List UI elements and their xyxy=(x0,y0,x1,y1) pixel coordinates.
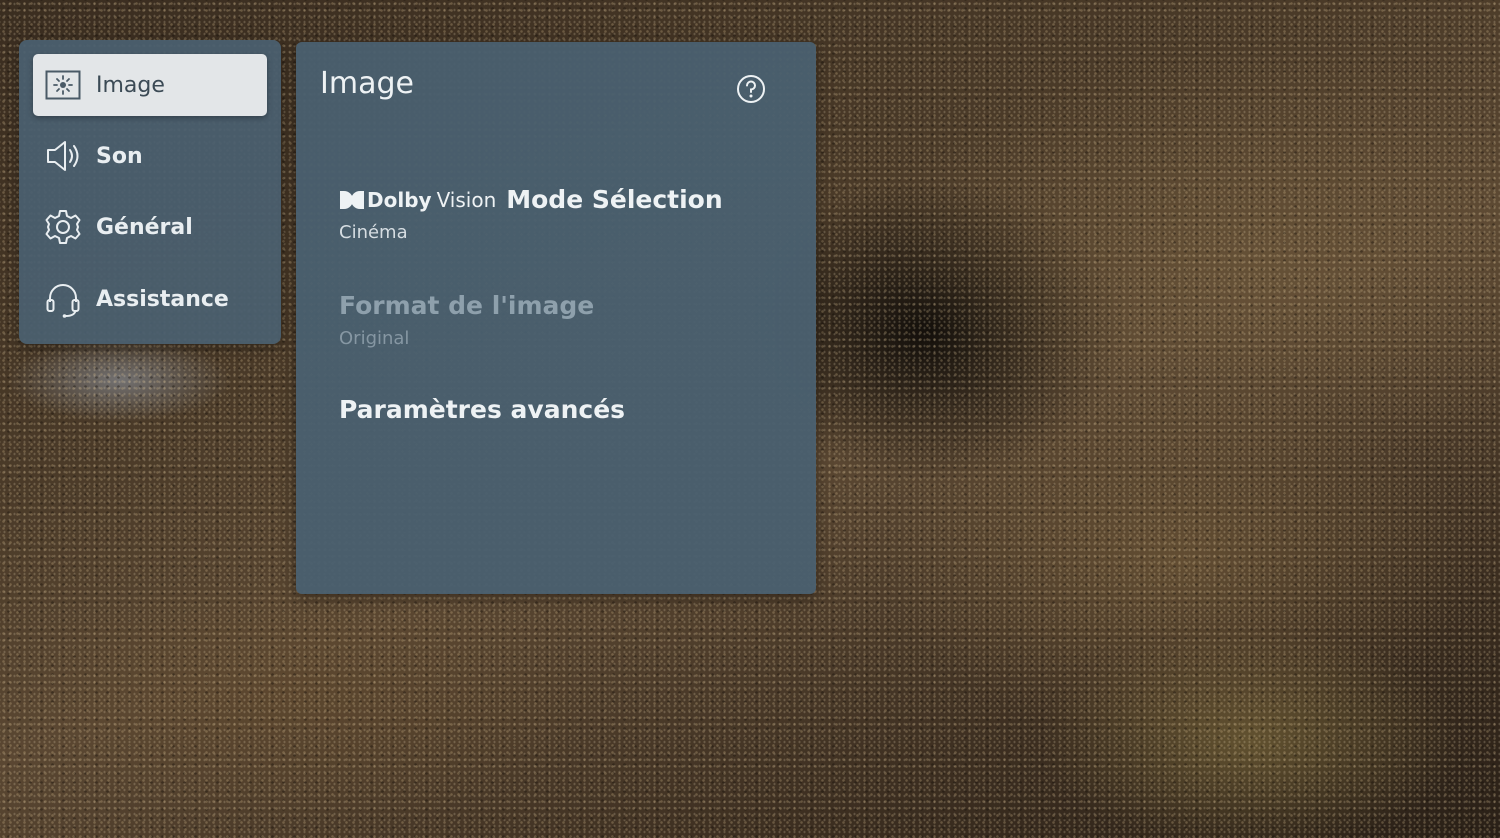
menu-item-son[interactable]: Son xyxy=(33,125,267,187)
settings-category-menu: Image Son Général Assistance xyxy=(19,40,281,344)
menu-item-image[interactable]: Image xyxy=(33,54,267,116)
menu-item-label: Image xyxy=(96,72,165,98)
dolby-brand-suffix: Vision xyxy=(436,187,497,212)
dolby-brand: Dolby xyxy=(367,187,432,212)
image-settings-panel: Image Dolby Vision Mode Sélection Cinéma… xyxy=(296,42,816,594)
option-title: Format de l'image xyxy=(339,291,595,320)
menu-item-assistance[interactable]: Assistance xyxy=(33,268,267,330)
panel-title: Image xyxy=(320,66,414,101)
menu-item-label: Assistance xyxy=(96,286,229,312)
option-value: Cinéma xyxy=(339,222,408,243)
menu-item-label: Son xyxy=(96,143,143,169)
option-title: Paramètres avancés xyxy=(339,395,626,424)
menu-item-label: Général xyxy=(96,214,193,240)
option-mode-selection[interactable]: Dolby Vision Mode Sélection Cinéma xyxy=(339,185,723,243)
tv-screen: Image Son Général Assistance Image Dolby… xyxy=(0,0,1500,838)
option-advanced-settings[interactable]: Paramètres avancés xyxy=(339,395,625,424)
option-title: Mode Sélection xyxy=(506,185,723,214)
menu-item-general[interactable]: Général xyxy=(33,196,267,258)
headset-icon xyxy=(43,279,83,319)
option-value: Original xyxy=(339,328,410,349)
speaker-icon xyxy=(43,136,83,176)
dolby-double-d-icon xyxy=(340,190,364,209)
picture-settings-icon xyxy=(43,65,83,105)
gear-icon xyxy=(43,207,83,247)
dolby-vision-logo: Dolby Vision xyxy=(339,188,496,212)
option-format-image: Format de l'image Original xyxy=(339,291,594,349)
help-circle-icon[interactable] xyxy=(736,74,766,104)
